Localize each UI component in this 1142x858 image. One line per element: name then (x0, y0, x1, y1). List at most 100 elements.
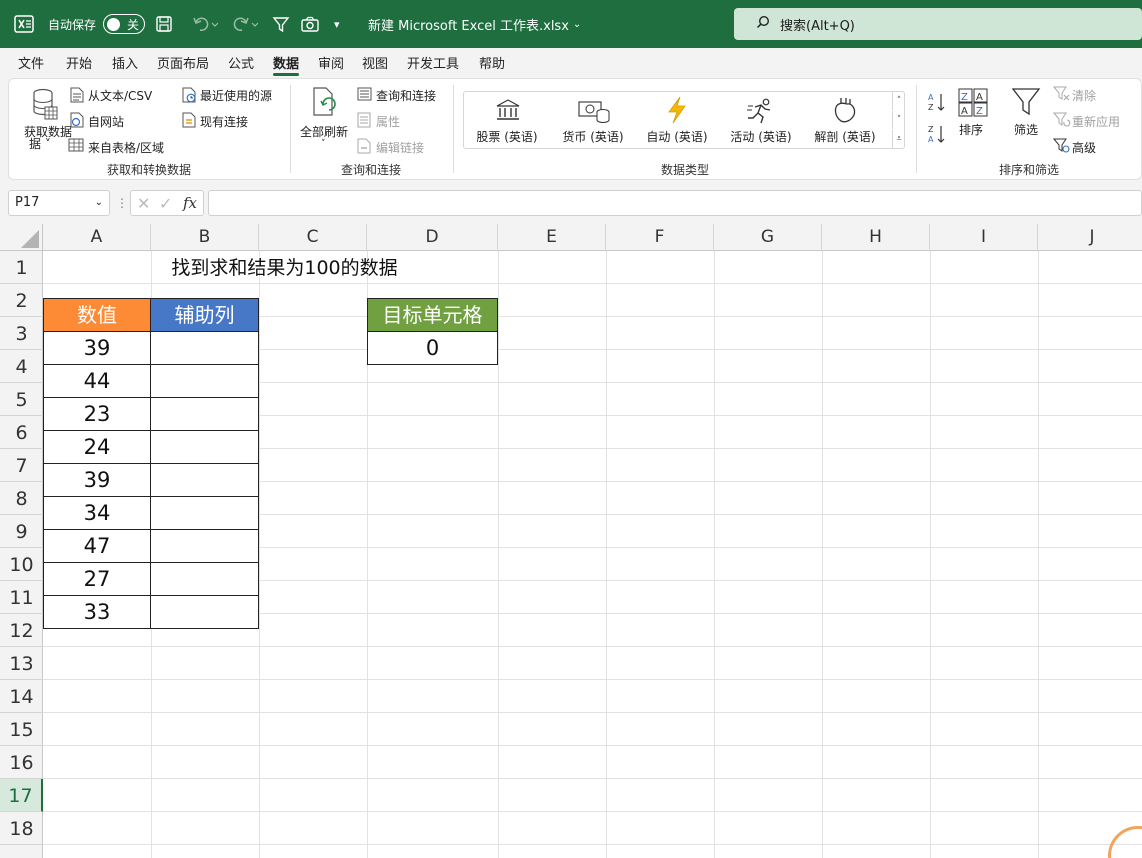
undo-icon[interactable] (192, 0, 220, 48)
svg-text:A: A (928, 135, 934, 144)
search-icon (756, 15, 770, 33)
row-header[interactable]: 15 (0, 713, 43, 746)
row-header[interactable]: 17 (0, 779, 43, 812)
formula-input[interactable] (208, 190, 1142, 216)
value-cell[interactable]: 39 (43, 331, 151, 365)
save-icon[interactable] (155, 0, 173, 48)
column-header[interactable]: B (151, 224, 259, 251)
helper-cell[interactable] (150, 397, 259, 431)
from-table-button[interactable]: 来自表格/区域 (88, 139, 164, 156)
filter-button[interactable]: 筛选 (1009, 85, 1045, 141)
cancel-icon[interactable]: ✕ (137, 194, 150, 213)
refresh-all-button[interactable]: 全部刷新 ˅ (297, 85, 353, 151)
from-web-button[interactable]: 自网站 (88, 113, 124, 130)
tab-formulas[interactable]: 公式 (228, 53, 254, 72)
search-box[interactable]: 搜索(Alt+Q) (734, 8, 1142, 40)
column-header[interactable]: E (498, 224, 606, 251)
helper-cell[interactable] (150, 496, 259, 530)
value-cell[interactable]: 34 (43, 496, 151, 530)
queries-connections-button[interactable]: 查询和连接 (376, 87, 436, 104)
clear-button[interactable]: 清除 (1072, 87, 1096, 104)
column-header[interactable]: A (43, 224, 151, 251)
camera-icon[interactable] (300, 0, 320, 48)
tab-data[interactable]: 数据 (273, 53, 300, 76)
insert-function-icon[interactable]: fx (183, 194, 197, 212)
tab-review[interactable]: 审阅 (318, 53, 344, 72)
autosave-toggle[interactable]: 关 (103, 0, 145, 48)
target-value-cell[interactable]: 0 (367, 331, 498, 365)
column-header[interactable]: H (822, 224, 930, 251)
tab-file[interactable]: 文件 (18, 53, 44, 72)
value-cell[interactable]: 47 (43, 529, 151, 563)
column-header[interactable]: J (1038, 224, 1142, 251)
row-header[interactable]: 6 (0, 416, 43, 449)
data-type-label: 货币 (英语) (562, 130, 624, 144)
value-cell[interactable]: 27 (43, 562, 151, 596)
helper-cell[interactable] (150, 364, 259, 398)
column-header[interactable]: F (606, 224, 714, 251)
reapply-button[interactable]: 重新应用 (1072, 113, 1120, 130)
row-header[interactable]: 2 (0, 284, 43, 317)
value-cell[interactable]: 39 (43, 463, 151, 497)
row-header[interactable]: 1 (0, 251, 43, 284)
row-header[interactable]: 4 (0, 350, 43, 383)
tab-insert[interactable]: 插入 (112, 53, 138, 72)
header-helper-cell[interactable]: 辅助列 (150, 298, 259, 332)
properties-button[interactable]: 属性 (376, 113, 400, 130)
filter-icon[interactable] (272, 0, 290, 48)
sheet-title[interactable]: 找到求和结果为100的数据 (43, 252, 498, 284)
sort-button[interactable]: ZAAZ 排序 (955, 87, 991, 141)
helper-cell[interactable] (150, 463, 259, 497)
row-header[interactable]: 5 (0, 383, 43, 416)
gallery-down-icon[interactable]: ˅ (892, 111, 905, 129)
recent-sources-button[interactable]: 最近使用的源 (200, 87, 272, 104)
helper-cell[interactable] (150, 331, 259, 365)
helper-cell[interactable] (150, 562, 259, 596)
value-cell[interactable]: 23 (43, 397, 151, 431)
column-header[interactable]: C (259, 224, 367, 251)
edit-links-button[interactable]: 编辑链接 (376, 139, 424, 156)
tab-developer[interactable]: 开发工具 (407, 53, 459, 72)
select-all-corner[interactable] (0, 224, 43, 251)
tab-view[interactable]: 视图 (362, 53, 388, 72)
row-header[interactable]: 12 (0, 614, 43, 647)
row-header[interactable]: 3 (0, 317, 43, 350)
row-header[interactable]: 9 (0, 515, 43, 548)
tab-page-layout[interactable]: 页面布局 (157, 53, 209, 72)
row-header[interactable]: 7 (0, 449, 43, 482)
helper-cell[interactable] (150, 430, 259, 464)
row-header[interactable]: 14 (0, 680, 43, 713)
sort-ascending-icon[interactable]: AZ (927, 91, 947, 116)
column-header[interactable]: G (714, 224, 822, 251)
from-text-csv-button[interactable]: 从文本/CSV (88, 87, 152, 104)
tab-home[interactable]: 开始 (66, 53, 92, 72)
row-header[interactable]: 11 (0, 581, 43, 614)
redo-icon[interactable] (232, 0, 260, 48)
tab-help[interactable]: 帮助 (479, 53, 505, 72)
row-header[interactable]: 8 (0, 482, 43, 515)
enter-icon[interactable]: ✓ (159, 194, 172, 213)
helper-cell[interactable] (150, 595, 259, 629)
header-value-cell[interactable]: 数值 (43, 298, 151, 332)
advanced-button[interactable]: 高级 (1072, 139, 1096, 156)
row-header[interactable]: 10 (0, 548, 43, 581)
helper-cell[interactable] (150, 529, 259, 563)
column-header[interactable]: I (930, 224, 1038, 251)
loading-spinner-icon (1108, 826, 1142, 858)
target-header-cell[interactable]: 目标单元格 (367, 298, 498, 332)
existing-connections-button[interactable]: 现有连接 (200, 113, 248, 130)
name-box[interactable]: P17 ⌄ (8, 190, 110, 216)
more-options-icon[interactable]: ⋮ (116, 196, 128, 210)
customize-toolbar-icon[interactable]: ▾ (334, 0, 340, 48)
value-cell[interactable]: 24 (43, 430, 151, 464)
sort-descending-icon[interactable]: ZA (927, 123, 947, 148)
row-header[interactable]: 13 (0, 647, 43, 680)
gallery-up-icon[interactable]: ˄ (892, 92, 905, 110)
value-cell[interactable]: 44 (43, 364, 151, 398)
gallery-more-icon[interactable]: ⩡ (892, 130, 905, 148)
value-cell[interactable]: 33 (43, 595, 151, 629)
column-header[interactable]: D (367, 224, 498, 251)
row-header[interactable]: 18 (0, 812, 43, 845)
file-name[interactable]: 新建 Microsoft Excel 工作表.xlsx ⌄ (368, 0, 581, 48)
row-header[interactable]: 16 (0, 746, 43, 779)
